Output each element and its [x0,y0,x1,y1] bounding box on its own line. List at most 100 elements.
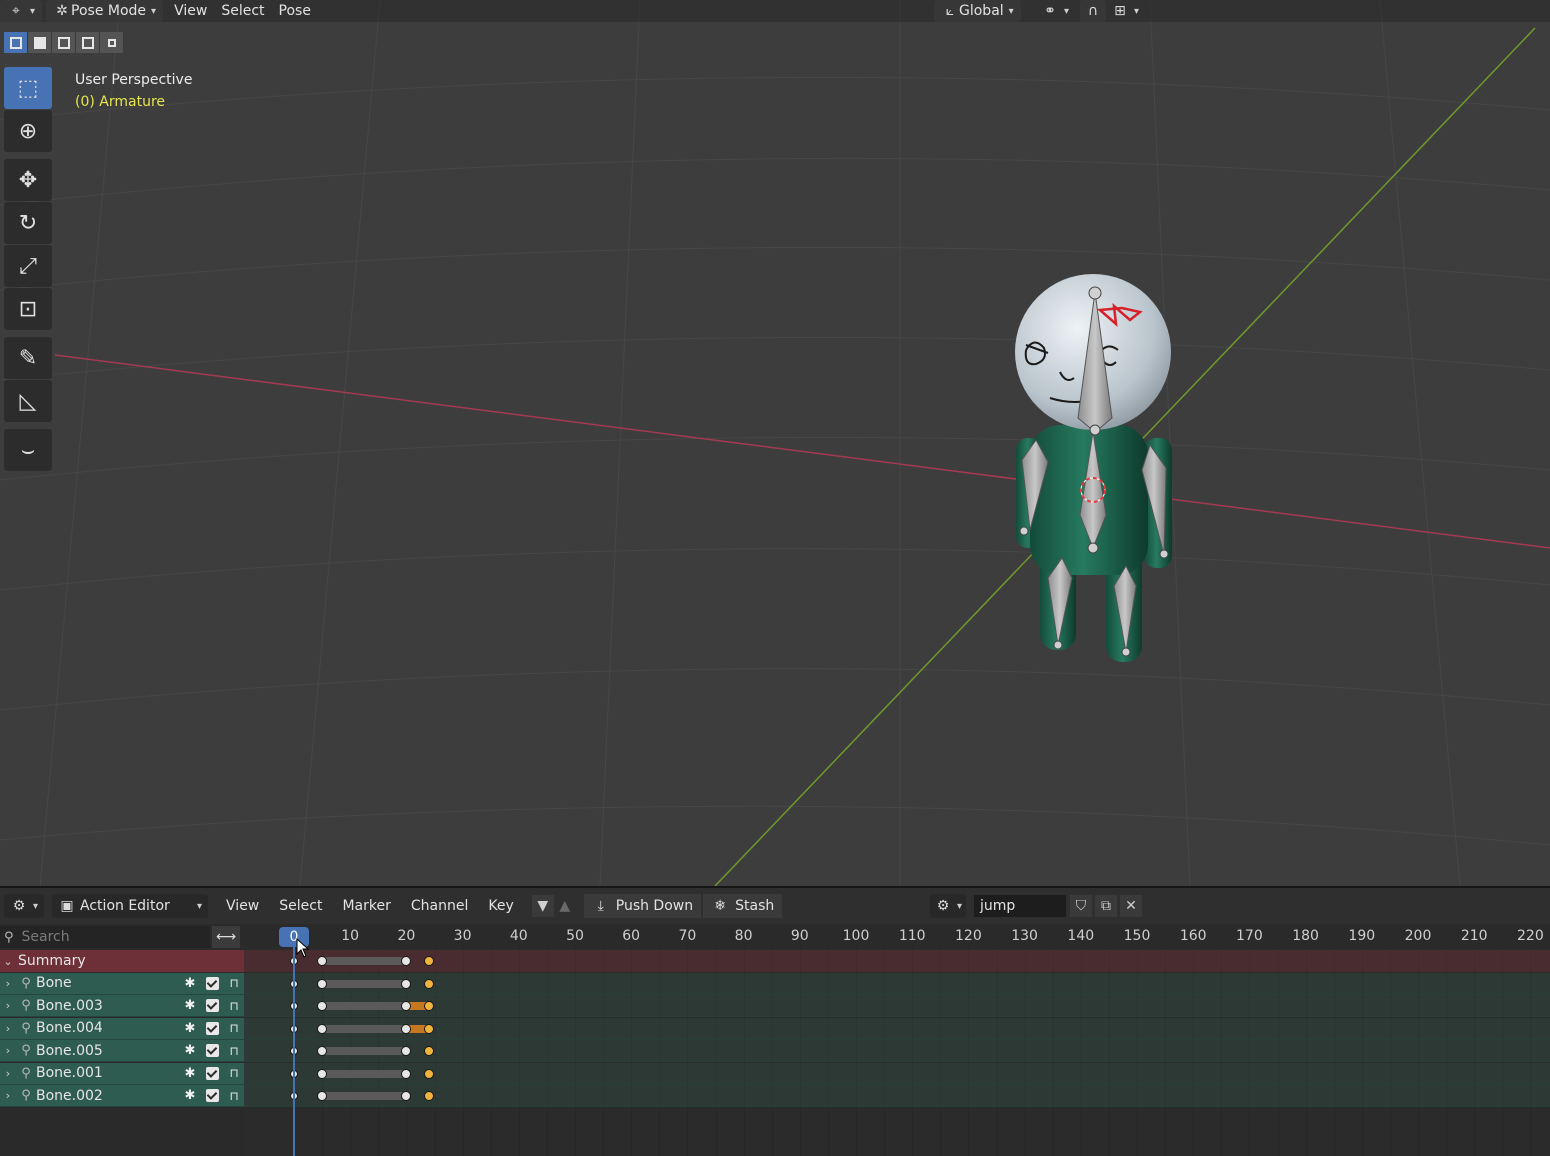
keyframe[interactable] [423,1068,434,1079]
channel-enable-checkbox[interactable] [206,1066,219,1080]
editor-menu-view[interactable]: View [216,898,269,914]
action-layer-down-button[interactable]: ▼ [531,895,554,917]
keyframe[interactable] [423,1046,434,1056]
wrench-icon[interactable]: ✱ [179,1066,201,1081]
chevron-right-icon[interactable]: › [0,1089,16,1102]
keyframe[interactable] [317,978,328,989]
summary-keyframe-row[interactable] [244,950,1550,972]
unlock-icon[interactable]: ⊓ [224,1044,244,1058]
unlock-icon[interactable]: ⊓ [224,1089,244,1103]
playhead-line[interactable] [293,946,295,1156]
pivot-dropdown[interactable]: ⚭ ▾ [1034,0,1076,22]
viewport-menu-pose[interactable]: Pose [272,0,318,22]
unlock-icon[interactable]: ⊓ [224,1021,244,1035]
channel-enable-checkbox[interactable] [206,1021,219,1035]
bone-channel[interactable]: › ⚲ Bone.005 ✱ ⊓ [0,1040,244,1062]
keyframe[interactable] [423,978,434,989]
select-extend-button[interactable] [28,32,52,53]
unlock-icon[interactable]: ⊓ [224,1066,244,1080]
channel-enable-checkbox[interactable] [206,976,219,990]
bone-keyframe-row[interactable] [244,1017,1550,1040]
tool-relax[interactable]: ⌣ [4,429,52,471]
tool-annotate[interactable]: ✎ [4,337,52,379]
unlink-action-button[interactable]: ✕ [1120,895,1142,917]
keyframe-timeline[interactable]: 10 20 30 40 50 60 70 80 90 100 110 120 130 140 150 160 1… [244,924,1550,1156]
channel-enable-checkbox[interactable] [206,1044,219,1057]
tool-transform[interactable]: ⊡ [4,288,52,330]
snap-toggle[interactable]: ∩ [1080,0,1106,22]
bone-keyframe-row[interactable] [244,1062,1550,1085]
tool-move[interactable]: ✥ [4,159,52,201]
keyframe[interactable] [401,956,412,966]
unlock-icon[interactable]: ⊓ [224,976,244,990]
bone-channel[interactable]: › ⚲ Bone.003 ✱ ⊓ [0,995,244,1017]
keyframe[interactable] [401,1046,412,1056]
dopesheet-mode-dropdown[interactable]: ▣ Action Editor ▾ [52,894,209,918]
unlock-icon[interactable]: ⊓ [224,999,244,1013]
tool-select-box[interactable]: ⬚ [4,67,52,109]
viewport-menu-select[interactable]: Select [214,0,271,22]
action-browse-dropdown[interactable]: ⚙ ▾ [930,894,967,918]
keyframe[interactable] [317,956,328,966]
wrench-icon[interactable]: ✱ [179,976,201,991]
channel-filter-toggle[interactable]: ⟷ [212,926,240,948]
keyframe[interactable] [317,1046,328,1056]
wrench-icon[interactable]: ✱ [179,1088,201,1103]
bone-keyframe-row[interactable] [244,1040,1550,1062]
keyframe[interactable] [317,1023,328,1034]
keyframe[interactable] [401,1068,412,1079]
chevron-right-icon[interactable]: › [0,1022,16,1035]
bone-keyframe-row[interactable] [244,1085,1550,1107]
editor-menu-select[interactable]: Select [269,898,332,914]
tool-cursor[interactable]: ⊕ [4,110,52,152]
editor-menu-channel[interactable]: Channel [401,898,478,914]
action-layer-up-button[interactable]: ▲ [554,895,576,917]
keyframe[interactable] [423,956,434,966]
bone-keyframe-row[interactable] [244,972,1550,995]
3d-viewport[interactable]: ⌖ ▾ ✲ Pose Mode ▾ View Select Pose ⟀ Glob… [0,0,1550,886]
keyframe[interactable] [423,1001,434,1011]
keyframe[interactable] [401,978,412,989]
stash-button[interactable]: ❄ Stash [703,894,783,918]
frame-ruler[interactable]: 10 20 30 40 50 60 70 80 90 100 110 120 130 140 150 160 1… [244,924,1550,948]
editor-menu-key[interactable]: Key [478,898,523,914]
tool-measure[interactable]: ◺ [4,380,52,422]
chevron-right-icon[interactable]: › [0,977,16,990]
channel-search-input[interactable]: ⚲ Search [0,926,210,948]
tool-rotate[interactable]: ↻ [4,202,52,244]
keyframe[interactable] [423,1091,434,1101]
keyframe[interactable] [317,1091,328,1101]
chevron-right-icon[interactable]: › [0,1044,16,1057]
keyframe[interactable] [401,1023,412,1034]
keyframe[interactable] [317,1001,328,1011]
summary-channel[interactable]: ⌄ Summary [0,950,244,972]
channel-enable-checkbox[interactable] [206,999,219,1012]
editor-menu-marker[interactable]: Marker [332,898,400,914]
select-intersect-button[interactable] [100,32,124,53]
select-invert-button[interactable] [76,32,100,53]
keyframe[interactable] [423,1023,434,1034]
channel-enable-checkbox[interactable] [206,1089,219,1102]
editor-type-dropdown[interactable]: ⚙ ▾ [4,894,45,918]
wrench-icon[interactable]: ✱ [179,998,201,1013]
fake-user-button[interactable]: ⛉ [1070,895,1092,917]
chevron-right-icon[interactable]: › [0,999,16,1012]
new-action-button[interactable]: ⧉ [1095,895,1117,917]
bone-channel[interactable]: › ⚲ Bone.004 ✱ ⊓ [0,1017,244,1040]
expand-icon[interactable]: ⌄ [0,955,16,968]
wrench-icon[interactable]: ✱ [179,1043,201,1058]
action-name-field[interactable]: jump [974,895,1066,917]
bone-channel[interactable]: › ⚲ Bone.001 ✱ ⊓ [0,1062,244,1085]
viewport-menu-view[interactable]: View [167,0,214,22]
bone-channel[interactable]: › ⚲ Bone ✱ ⊓ [0,972,244,995]
keyframe[interactable] [317,1068,328,1079]
push-down-button[interactable]: ⤓ Push Down [583,894,702,918]
mode-dropdown[interactable]: ✲ Pose Mode ▾ [46,0,164,22]
bone-keyframe-row[interactable] [244,995,1550,1017]
orientation-dropdown[interactable]: ⟀ Global ▾ [934,0,1021,22]
chevron-right-icon[interactable]: › [0,1067,16,1080]
bone-channel[interactable]: › ⚲ Bone.002 ✱ ⊓ [0,1085,244,1107]
keyframe[interactable] [401,1091,412,1101]
wrench-icon[interactable]: ✱ [179,1021,201,1036]
select-subtract-button[interactable] [52,32,76,53]
